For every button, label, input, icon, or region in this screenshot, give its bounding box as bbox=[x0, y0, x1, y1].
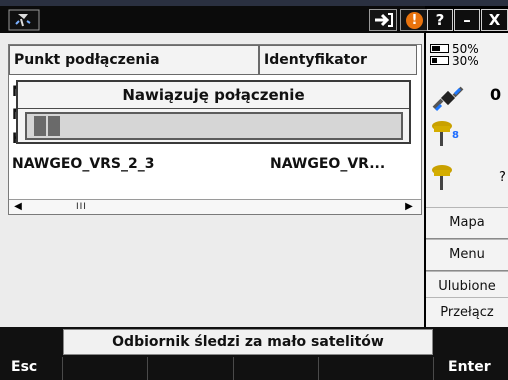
gps-satellite-icon[interactable] bbox=[8, 9, 40, 31]
battery2-icon bbox=[430, 56, 449, 65]
satellite-count: 0 bbox=[490, 85, 502, 104]
login-button[interactable] bbox=[369, 9, 397, 31]
softkey-separator bbox=[147, 357, 148, 380]
softkey-separator bbox=[233, 357, 234, 380]
table-cell[interactable]: NAWGEO_VR... bbox=[270, 155, 385, 173]
status-message: Odbiornik śledzi za mało satelitów bbox=[63, 329, 433, 355]
scroll-left-button[interactable]: ◀ bbox=[11, 200, 25, 213]
dialog-title: Nawiązuję połączenie bbox=[122, 86, 305, 104]
horizontal-scrollbar[interactable] bbox=[9, 199, 421, 214]
receiver-icon-2[interactable] bbox=[431, 162, 457, 196]
dialog-divider bbox=[18, 108, 409, 109]
scroll-right-button[interactable]: ▶ bbox=[402, 200, 416, 213]
table-row[interactable]: NAWGEO_VRS_2_3 bbox=[12, 155, 155, 173]
menu-button[interactable]: Menu bbox=[426, 239, 508, 271]
column-header-mountpoint[interactable]: Punkt podłączenia bbox=[9, 45, 259, 75]
battery1-icon bbox=[430, 44, 449, 53]
warning-icon: ! bbox=[406, 12, 423, 29]
minimize-button[interactable]: – bbox=[454, 9, 480, 31]
switch-button[interactable]: Przełącz bbox=[426, 297, 508, 328]
map-button[interactable]: Mapa bbox=[426, 207, 508, 239]
warning-button[interactable]: ! bbox=[400, 9, 428, 31]
receiver-label: 8 bbox=[452, 130, 459, 141]
connection-progress-bar bbox=[25, 112, 403, 140]
esc-softkey[interactable]: Esc bbox=[0, 355, 62, 380]
close-button[interactable]: X bbox=[481, 9, 508, 31]
scroll-thumb[interactable]: III bbox=[76, 203, 87, 212]
login-arrow-icon bbox=[375, 13, 393, 27]
satellite-icon[interactable] bbox=[432, 84, 464, 116]
column-header-identifier[interactable]: Identyfikator bbox=[259, 45, 417, 75]
softkey-separator bbox=[433, 357, 434, 380]
softkey-separator bbox=[62, 357, 63, 380]
enter-softkey[interactable]: Enter bbox=[434, 355, 508, 380]
title-bar bbox=[0, 6, 425, 33]
progress-segment bbox=[34, 116, 46, 136]
battery1-fill bbox=[432, 46, 440, 51]
progress-segment bbox=[48, 116, 60, 136]
battery2-fill bbox=[432, 58, 437, 63]
status-extra: ? bbox=[499, 170, 506, 185]
battery2-label: 30% bbox=[452, 54, 479, 68]
help-button[interactable]: ? bbox=[427, 9, 453, 31]
softkey-separator bbox=[318, 357, 319, 380]
